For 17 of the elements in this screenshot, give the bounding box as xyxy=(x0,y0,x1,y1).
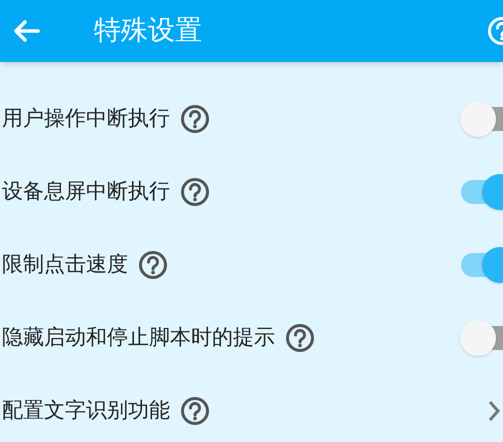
help-icon[interactable] xyxy=(285,322,315,352)
setting-label: 用户操作中断执行 xyxy=(2,104,170,132)
help-icon[interactable] xyxy=(138,250,168,280)
setting-label: 限制点击速度 xyxy=(2,250,128,278)
toggle-switch[interactable] xyxy=(459,100,503,138)
setting-label: 设备息屏中断执行 xyxy=(2,178,170,205)
help-icon[interactable] xyxy=(180,396,210,426)
page-title: 特殊设置 xyxy=(94,14,203,48)
toggle-switch[interactable] xyxy=(459,318,503,356)
toggle-switch[interactable] xyxy=(459,172,503,210)
back-icon[interactable] xyxy=(12,19,40,43)
setting-label: 隐藏启动和停止脚本时的提示 xyxy=(2,324,275,351)
setting-label: 配置文字识别功能 xyxy=(2,396,170,424)
help-icon[interactable] xyxy=(180,176,210,206)
help-icon[interactable] xyxy=(180,104,210,134)
chevron-right-icon[interactable] xyxy=(487,398,501,422)
toggle-switch[interactable] xyxy=(459,246,503,284)
